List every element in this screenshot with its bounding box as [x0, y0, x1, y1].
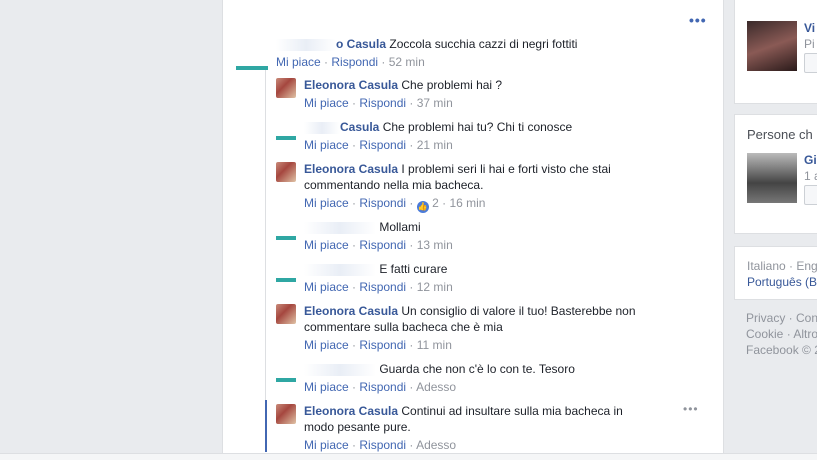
comment-actions: Mi piace · Rispondi · 11 min [304, 338, 452, 352]
comment-text-wrap: Eleonora Casula I problemi seri li hai e… [304, 161, 644, 193]
comment-feed: ••• o Casula Zoccola succhia cazzi di ne… [222, 0, 724, 453]
blurred-avatar[interactable] [276, 362, 296, 382]
footer-link[interactable]: Privacy · Con [746, 310, 817, 326]
profile-subtitle: Pi [804, 37, 815, 51]
author-name-fragment[interactable]: o Casula [336, 37, 386, 51]
blurred-author-name[interactable] [276, 38, 336, 51]
reply-button[interactable]: Rispondi [359, 380, 406, 394]
profile-subtitle: 1 a [804, 169, 817, 183]
eleonora-avatar[interactable] [276, 162, 296, 182]
like-button[interactable]: Mi piace [304, 380, 349, 394]
like-button[interactable]: Mi piace [304, 138, 349, 152]
author-name[interactable]: Eleonora Casula [304, 78, 398, 92]
footer-links: Privacy · Con Cookie · Altro Facebook © … [746, 310, 817, 358]
language-link[interactable]: Português (B [747, 275, 817, 289]
blurred-avatar[interactable] [276, 262, 296, 282]
comment-actions: Mi piace · Rispondi · 12 min [304, 280, 453, 294]
like-button[interactable]: Mi piace [304, 338, 349, 352]
author-name[interactable]: Eleonora Casula [304, 304, 398, 318]
comment-text-wrap: o Casula Zoccola succhia cazzi di negri … [276, 36, 706, 52]
blurred-author-name[interactable] [304, 121, 340, 134]
blurred-author-name[interactable] [304, 221, 376, 234]
copyright: Facebook © 2 [746, 343, 817, 357]
reply-button[interactable]: Rispondi [359, 438, 406, 452]
timestamp[interactable]: 21 min [417, 138, 453, 152]
active-comment-indicator [265, 400, 267, 452]
like-button[interactable]: Mi piace [304, 438, 349, 452]
timestamp[interactable]: 12 min [417, 280, 453, 294]
comment-text-wrap: Eleonora Casula Un consiglio di valore i… [304, 303, 654, 335]
timestamp[interactable]: Adesso [416, 380, 456, 394]
add-friend-button[interactable] [804, 185, 817, 205]
author-name-fragment[interactable]: Casula [340, 120, 379, 134]
timestamp[interactable]: 52 min [389, 55, 425, 69]
comment-text: Che problemi hai ? [401, 78, 503, 92]
language-selector: Italiano · Eng Português (B [734, 246, 817, 300]
profile-photo[interactable] [747, 153, 797, 203]
eleonora-avatar[interactable] [276, 404, 296, 424]
comment-text: Guarda che non c'è lo con te. Tesoro [379, 362, 575, 376]
comment-text-wrap: Eleonora Casula Continui ad insultare su… [304, 403, 654, 435]
timestamp[interactable]: 13 min [417, 238, 453, 252]
blurred-author-name[interactable] [304, 363, 376, 376]
like-button[interactable]: Mi piace [304, 238, 349, 252]
timestamp[interactable]: 11 min [417, 338, 452, 352]
more-comments-button[interactable]: ••• [689, 12, 707, 28]
reply-button[interactable]: Rispondi [359, 196, 406, 210]
profile-name[interactable]: Vi [804, 21, 815, 35]
reply-button[interactable]: Rispondi [359, 138, 406, 152]
comment-actions: Mi piace · Rispondi · 37 min [304, 96, 453, 110]
like-button[interactable]: Mi piace [276, 55, 321, 69]
eleonora-avatar[interactable] [276, 78, 296, 98]
blurred-avatar[interactable] [276, 120, 296, 140]
timestamp[interactable]: 16 min [449, 196, 485, 210]
comment-actions: Mi piace · Rispondi · Adesso [304, 380, 457, 394]
comment-actions: Mi piace · Rispondi · 52 min [276, 55, 425, 69]
reply-button[interactable]: Rispondi [359, 338, 406, 352]
timestamp[interactable]: 37 min [417, 96, 453, 110]
comment-text: Zoccola succhia cazzi di negri fottiti [389, 37, 578, 51]
blurred-author-name[interactable] [304, 263, 376, 276]
profile-photo[interactable] [747, 21, 797, 71]
timestamp[interactable]: Adesso [416, 438, 456, 452]
blurred-avatar[interactable] [276, 220, 296, 240]
author-name[interactable]: Eleonora Casula [304, 404, 398, 418]
profile-name[interactable]: Gi [804, 153, 817, 167]
like-button[interactable]: Mi piace [304, 196, 349, 210]
add-friend-button[interactable] [804, 53, 817, 73]
author-name[interactable]: Eleonora Casula [304, 162, 398, 176]
footer-link[interactable]: Cookie · Altro [746, 326, 817, 342]
comment-text-wrap: Mollami [304, 219, 684, 235]
comment-actions: Mi piace · Rispondi · 13 min [304, 238, 453, 252]
comment-actions: Mi piace · Rispondi · Adesso [304, 438, 457, 452]
thumbs-up-icon[interactable]: 👍 [416, 201, 429, 213]
eleonora-avatar[interactable] [276, 304, 296, 324]
comment-text-wrap: E fatti curare [304, 261, 684, 277]
comment-text-wrap: Eleonora Casula Che problemi hai ? [304, 77, 664, 93]
reply-button[interactable]: Rispondi [359, 96, 406, 110]
language-links[interactable]: Italiano · Eng [747, 259, 817, 273]
reply-button[interactable]: Rispondi [331, 55, 378, 69]
reply-button[interactable]: Rispondi [359, 238, 406, 252]
section-title: Persone ch [747, 127, 813, 142]
reply-button[interactable]: Rispondi [359, 280, 406, 294]
comment-text: E fatti curare [379, 262, 448, 276]
comment-options-button[interactable]: ••• [683, 402, 699, 416]
comment-actions: Mi piace · Rispondi · 21 min [304, 138, 453, 152]
blurred-avatar[interactable] [236, 38, 268, 70]
comment-text-wrap: Guarda che non c'è lo con te. Tesoro [304, 361, 684, 377]
like-button[interactable]: Mi piace [304, 280, 349, 294]
like-button[interactable]: Mi piace [304, 96, 349, 110]
reaction-count[interactable]: 2 [432, 196, 439, 210]
profile-card-1: Vi Pi [734, 0, 817, 104]
comment-text: Mollami [379, 220, 421, 234]
comment-text-wrap: Casula Che problemi hai tu? Chi ti conos… [304, 119, 684, 135]
comment-text: Che problemi hai tu? Chi ti conosce [382, 120, 573, 134]
comment-actions: Mi piace · Rispondi · 👍 2 · 16 min [304, 196, 486, 213]
people-you-may-know: Persone ch Gi 1 a [734, 114, 817, 234]
reply-thread-line [265, 70, 266, 400]
